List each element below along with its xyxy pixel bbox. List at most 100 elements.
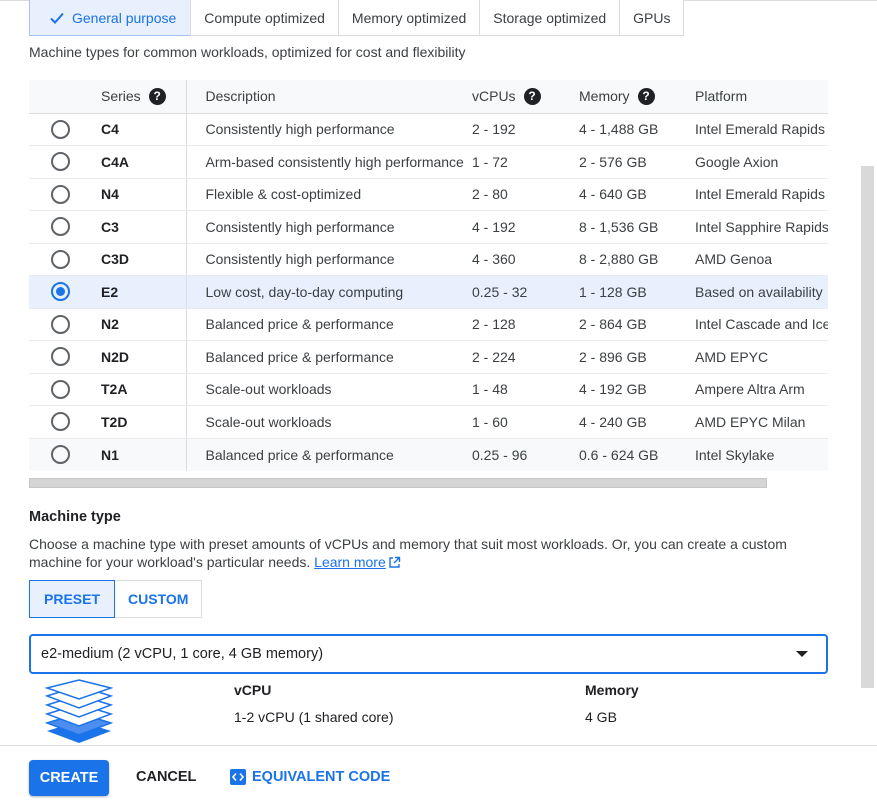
vcpus-cell: 4 - 360 (472, 243, 579, 276)
platform-cell: AMD EPYC (695, 340, 828, 374)
cancel-button[interactable]: CANCEL (136, 769, 196, 785)
series-radio[interactable] (51, 217, 70, 237)
series-radio[interactable] (51, 249, 70, 269)
tab-label: Memory optimized (351, 9, 467, 26)
table-row[interactable]: C4A Arm-based consistently high performan… (29, 145, 828, 179)
machine-type-description-text: Choose a machine type with preset amount… (29, 536, 787, 570)
table-row[interactable]: N2 Balanced price & performance 2 - 128 2 -… (29, 308, 828, 341)
series-radio[interactable] (51, 119, 70, 139)
machine-type-select[interactable]: e2-medium (2 vCPU, 1 core, 4 GB memory) (29, 634, 828, 674)
vcpus-cell: 1 - 72 (472, 145, 579, 179)
vcpus-cell: 2 - 192 (472, 113, 579, 146)
description-cell: Flexible & cost-optimized (186, 178, 472, 211)
equivalent-code-button[interactable]: EQUIVALENT CODE (230, 769, 390, 785)
series-table-container: Series? Description vCPUs? Memory? Platf… (29, 80, 828, 471)
series-radio[interactable] (51, 379, 70, 399)
machine-stack-icon (44, 679, 114, 748)
memory-cell: 4 - 240 GB (579, 405, 695, 439)
vcpus-cell: 2 - 80 (472, 178, 579, 211)
help-icon[interactable]: ? (148, 87, 166, 105)
platform-cell: Intel Cascade and Ice Lake (695, 308, 828, 341)
footer-bar: CREATE CANCEL EQUIVALENT CODE (0, 745, 877, 801)
learn-more-label: Learn more (314, 554, 386, 570)
series-cell: C4 (89, 113, 187, 146)
check-icon (50, 12, 64, 24)
memory-cell: 4 - 1,488 GB (579, 113, 695, 146)
table-row[interactable]: C4 Consistently high performance 2 - 192 4 … (29, 113, 828, 146)
tab-label: Compute optimized (204, 9, 325, 26)
platform-cell: Google Axion (695, 145, 828, 179)
series-radio[interactable] (51, 314, 70, 334)
tab-compute-optimized[interactable]: Compute optimized (190, 0, 339, 36)
radio-cell (29, 373, 89, 406)
header-memory[interactable]: Memory? (579, 80, 695, 114)
description-cell: Consistently high performance (186, 210, 472, 244)
description-cell: Consistently high performance (186, 243, 472, 276)
table-header-row: Series? Description vCPUs? Memory? Platf… (29, 80, 828, 114)
table-row[interactable]: N1 Balanced price & performance 0.25 - 96 0… (29, 438, 828, 471)
description-cell: Arm-based consistently high performance (186, 145, 472, 179)
external-link-icon (388, 555, 401, 573)
tab-gpus[interactable]: GPUs (619, 0, 685, 36)
memory-cell: 1 - 128 GB (579, 275, 695, 309)
platform-cell: Intel Emerald Rapids (695, 113, 828, 146)
description-cell: Balanced price & performance (186, 438, 472, 471)
table-row[interactable]: N4 Flexible & cost-optimized 2 - 80 4 - 640… (29, 178, 828, 211)
table-row[interactable]: E2 Low cost, day-to-day computing 0.25 - 3… (29, 275, 828, 309)
header-platform-label: Platform (695, 88, 748, 105)
table-row[interactable]: C3D Consistently high performance 4 - 360 8… (29, 243, 828, 276)
table-row[interactable]: C3 Consistently high performance 4 - 192 8 … (29, 210, 828, 244)
memory-header: Memory (585, 682, 639, 698)
radio-cell (29, 178, 89, 211)
series-radio[interactable] (51, 445, 70, 464)
series-cell: C3 (89, 210, 187, 244)
learn-more-link[interactable]: Learn more (314, 554, 386, 570)
table-row[interactable]: N2D Balanced price & performance 2 - 224 2 … (29, 340, 828, 374)
radio-cell (29, 308, 89, 341)
code-icon (230, 769, 246, 785)
memory-cell: 8 - 1,536 GB (579, 210, 695, 244)
table-row[interactable]: T2A Scale-out workloads 1 - 48 4 - 192 GB Am… (29, 373, 828, 406)
platform-cell: Intel Sapphire Rapids (695, 210, 828, 244)
description-cell: Low cost, day-to-day computing (186, 275, 472, 309)
vcpus-cell: 2 - 224 (472, 340, 579, 374)
vcpu-header: vCPU (234, 682, 272, 698)
series-radio[interactable] (51, 412, 70, 432)
preset-button[interactable]: PRESET (29, 580, 116, 618)
series-radio[interactable] (51, 184, 70, 204)
help-icon[interactable]: ? (637, 87, 655, 105)
series-radio[interactable] (51, 152, 70, 172)
help-icon[interactable]: ? (523, 87, 541, 105)
series-radio[interactable] (51, 347, 70, 367)
platform-cell: Intel Skylake (695, 438, 828, 471)
radio-cell (29, 210, 89, 244)
header-series[interactable]: Series? (89, 80, 187, 114)
tab-storage-optimized[interactable]: Storage optimized (479, 0, 621, 36)
horizontal-scrollbar[interactable] (29, 478, 767, 488)
table-row[interactable]: T2D Scale-out workloads 1 - 60 4 - 240 GB AM… (29, 405, 828, 439)
vertical-scrollbar[interactable] (861, 166, 874, 688)
create-button[interactable]: CREATE (29, 760, 109, 796)
radio-cell (29, 405, 89, 439)
tab-memory-optimized[interactable]: Memory optimized (337, 0, 481, 36)
description-cell: Consistently high performance (186, 113, 472, 146)
machine-type-title: Machine type (29, 509, 121, 525)
platform-cell: Ampere Altra Arm (695, 373, 828, 406)
series-cell: T2D (89, 405, 187, 439)
radio-cell (29, 243, 89, 276)
custom-button[interactable]: CUSTOM (115, 580, 203, 618)
equivalent-code-label: EQUIVALENT CODE (252, 769, 391, 785)
series-cell: N2D (89, 340, 187, 374)
series-cell: C3D (89, 243, 187, 276)
header-vcpus[interactable]: vCPUs? (472, 80, 579, 114)
series-radio[interactable] (51, 282, 70, 302)
tab-general-purpose[interactable]: General purpose (29, 0, 192, 36)
header-platform: Platform (695, 80, 828, 114)
memory-cell: 2 - 864 GB (579, 308, 695, 341)
radio-cell (29, 145, 89, 179)
radio-cell (29, 275, 89, 309)
header-series-label: Series (101, 88, 141, 105)
memory-cell: 4 - 640 GB (579, 178, 695, 211)
series-cell: N1 (89, 438, 187, 471)
series-cell: N2 (89, 308, 187, 341)
